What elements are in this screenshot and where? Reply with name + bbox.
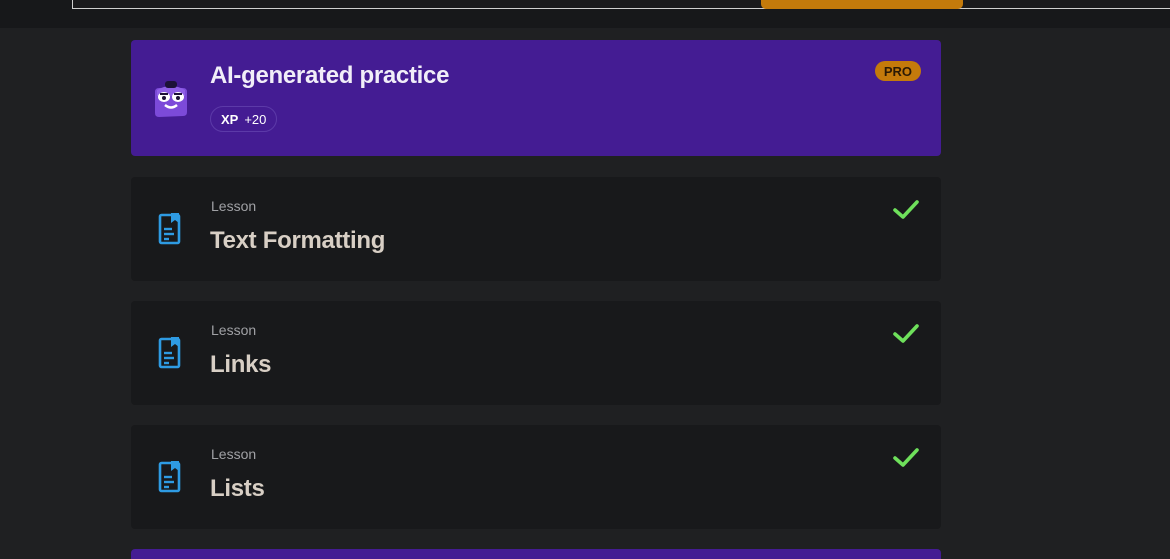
mascot-icon [155, 81, 187, 117]
lesson-card[interactable]: Lesson Text Formatting [131, 177, 941, 281]
check-icon [893, 448, 919, 467]
lesson-document-icon [158, 213, 181, 245]
check-icon [893, 200, 919, 219]
xp-badge: XP +20 [210, 106, 278, 132]
lesson-kind-label: Lesson [211, 322, 257, 338]
lesson-document-icon [158, 461, 181, 493]
lesson-kind-label: Lesson [211, 446, 257, 462]
next-practice-card[interactable] [131, 549, 941, 559]
lesson-list: AI-generated practice XP +20 PRO Lesson … [131, 40, 941, 549]
ai-practice-card[interactable]: AI-generated practice XP +20 PRO [131, 40, 941, 156]
lesson-title: Text Formatting [210, 227, 386, 254]
lesson-card[interactable]: Lesson Links [131, 301, 941, 405]
check-icon [893, 324, 919, 343]
lesson-kind-label: Lesson [211, 198, 257, 214]
xp-value: +20 [244, 111, 267, 127]
lesson-title: Links [210, 351, 272, 378]
lesson-title: Lists [210, 475, 265, 502]
top-panel-frame [72, 0, 1170, 9]
top-action-button[interactable] [761, 0, 963, 9]
pro-badge: PRO [874, 61, 921, 81]
xp-label: XP [221, 111, 239, 127]
lesson-document-icon [158, 337, 181, 369]
top-bar [0, 0, 1170, 28]
practice-title: AI-generated practice [210, 62, 450, 89]
lesson-card[interactable]: Lesson Lists [131, 425, 941, 529]
